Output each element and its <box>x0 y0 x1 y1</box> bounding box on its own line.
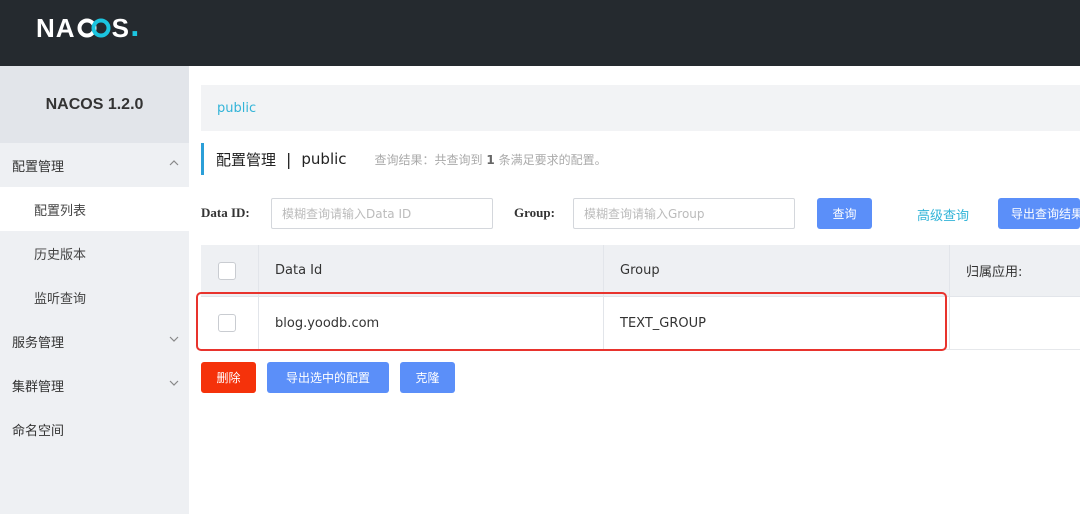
title-separator: | <box>286 149 292 169</box>
logo-text-left: NA <box>36 12 76 43</box>
export-selected-button[interactable]: 导出选中的配置 <box>267 362 389 393</box>
title-accent-bar <box>201 143 204 175</box>
cell-app <box>949 297 1080 349</box>
page-title-namespace: public <box>301 150 347 168</box>
sidebar-item-config-list[interactable]: 配置列表 <box>0 187 189 231</box>
delete-button[interactable]: 删除 <box>201 362 256 393</box>
config-table: Data Id Group 归属应用: blog.yoodb.com TEXT_… <box>201 245 1080 350</box>
cell-data-id: blog.yoodb.com <box>275 315 380 331</box>
nacos-logo[interactable]: NA S . <box>36 12 140 44</box>
data-id-input[interactable]: 模糊查询请输入Data ID <box>271 198 493 229</box>
sidebar-item-label: 配置列表 <box>34 203 87 219</box>
sidebar-item-history[interactable]: 历史版本 <box>0 231 189 275</box>
column-header-data-id[interactable]: Data Id <box>258 245 603 296</box>
sidebar: NACOS 1.2.0 配置管理 配置列表 历史版本 监听查询 服务管理 集群管… <box>0 66 189 514</box>
query-button[interactable]: 查询 <box>817 198 872 229</box>
logo-dot: . <box>129 13 140 43</box>
group-label: Group: <box>514 205 555 220</box>
hint-suffix: 条满足要求的配置。 <box>498 152 607 167</box>
namespace-link-public[interactable]: public <box>217 101 256 116</box>
sidebar-group-label: 集群管理 <box>12 379 65 395</box>
export-query-results-button[interactable]: 导出查询结果 <box>998 198 1080 229</box>
data-id-label: Data ID: <box>201 205 250 220</box>
namespace-bar: public <box>201 85 1080 131</box>
main-content: public 配置管理 | public 查询结果：共查询到 1 条满足要求的配… <box>189 66 1080 514</box>
sidebar-item-label: 历史版本 <box>34 247 87 263</box>
column-header-app[interactable]: 归属应用: <box>949 245 1080 296</box>
sidebar-group-cluster-management[interactable]: 集群管理 <box>0 363 189 407</box>
select-all-checkbox[interactable] <box>218 261 236 280</box>
hint-count: 1 <box>486 152 495 167</box>
row-checkbox[interactable] <box>218 314 236 332</box>
clone-button[interactable]: 克隆 <box>400 362 455 393</box>
filter-row: Data ID: 模糊查询请输入Data ID Group: 模糊查询请输入Gr… <box>201 198 1080 229</box>
page-title-row: 配置管理 | public 查询结果：共查询到 1 条满足要求的配置。 <box>201 143 607 175</box>
group-input[interactable]: 模糊查询请输入Group <box>573 198 795 229</box>
cell-group: TEXT_GROUP <box>620 315 706 331</box>
row-checkbox-cell <box>201 297 258 349</box>
sidebar-item-label: 监听查询 <box>34 291 87 307</box>
sidebar-group-service-management[interactable]: 服务管理 <box>0 319 189 363</box>
sidebar-group-label: 命名空间 <box>12 423 65 439</box>
logo-infinity-icon <box>77 17 111 39</box>
page-title: 配置管理 <box>216 150 277 169</box>
sidebar-group-label: 配置管理 <box>12 159 65 175</box>
product-version: NACOS 1.2.0 <box>0 66 189 143</box>
sidebar-group-label: 服务管理 <box>12 335 65 351</box>
hint-prefix: 查询结果：共查询到 <box>374 152 483 167</box>
sidebar-group-namespace[interactable]: 命名空间 <box>0 407 189 451</box>
chevron-up-icon <box>169 160 179 166</box>
column-header-group[interactable]: Group <box>603 245 949 296</box>
table-header: Data Id Group 归属应用: <box>201 245 1080 297</box>
header-checkbox-cell <box>201 245 258 296</box>
query-result-hint: 查询结果：共查询到 1 条满足要求的配置。 <box>375 151 607 168</box>
chevron-down-icon <box>169 380 179 386</box>
top-navbar: NA S . <box>0 0 1080 66</box>
table-row[interactable]: blog.yoodb.com TEXT_GROUP <box>201 297 1080 350</box>
sidebar-item-listener-query[interactable]: 监听查询 <box>0 275 189 319</box>
advanced-query-link[interactable]: 高级查询 <box>917 205 969 224</box>
chevron-down-icon <box>169 336 179 342</box>
sidebar-group-config-management[interactable]: 配置管理 <box>0 143 189 187</box>
logo-text-right: S <box>111 12 130 43</box>
